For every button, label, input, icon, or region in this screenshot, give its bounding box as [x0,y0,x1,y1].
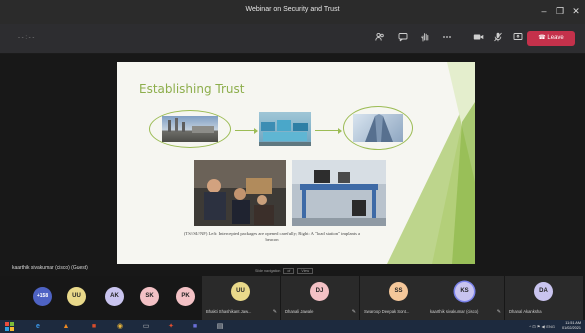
intercepted-packages-photo [194,160,286,226]
mic-muted-icon: ✎ [272,309,277,315]
chat-icon[interactable] [396,32,410,46]
title-bar: Webinar on Security and Trust – ❐ ✕ [0,0,585,24]
participant-tile-avatar: KS [455,282,474,301]
people-icon[interactable] [373,32,387,46]
share-screen-icon[interactable] [511,32,525,46]
slide-arrow-2 [315,127,342,135]
vlc-icon[interactable]: ▲ [61,322,71,331]
paint-icon[interactable]: ✦ [166,322,176,331]
leave-button[interactable]: ☎ Leave [527,31,575,46]
windows-start-icon[interactable] [4,322,14,331]
taskbar-clock[interactable]: 11:51 AM 01/02/2021 [562,321,581,331]
clock-date: 01/02/2021 [561,326,581,330]
participants-roster: +158 UU AK SK PK UU Bhakti Shashikant Ja… [0,276,585,320]
participant-tile[interactable]: KS kaarthik sivakumar (cisco) ✎ [426,276,504,320]
window-title: Webinar on Security and Trust [245,6,340,13]
minimize-button[interactable]: – [537,4,551,18]
building-photo [353,114,403,142]
participant-tile-name: Swaroop Deepak Sont... [364,309,410,314]
close-button[interactable]: ✕ [569,4,583,18]
chrome-icon[interactable]: ◉ [115,322,125,331]
participant-tile-avatar: UU [231,282,250,301]
slide-page-chip[interactable]: of [283,268,295,274]
file-explorer-icon[interactable]: ▤ [215,322,225,331]
slide-title: Establishing Trust [139,82,245,96]
load-station-photo [292,160,386,226]
containers-photo [259,112,311,146]
participant-tile[interactable]: UU Bhakti Shashikant Jaw... ✎ [202,276,280,320]
windows-taskbar: e ▲ ■ ◉ ▭ ✦ ■ ▤ ^ ⊡ ⚑ ◀ᵎ ENG 11:51 AM 01… [0,320,585,333]
slide-view-chip[interactable]: View [297,268,314,274]
office-icon[interactable]: ■ [89,322,99,331]
slide-arrow-1 [235,127,258,135]
participant-avatar[interactable]: PK [176,287,195,306]
slide-navigation-bar[interactable]: Slide navigation of View [255,268,314,274]
mic-muted-icon: ✎ [496,309,501,315]
mic-muted-icon: ✎ [351,309,356,315]
participant-tile-avatar: SS [389,282,408,301]
mic-icon[interactable] [491,32,505,46]
factory-photo [162,116,218,142]
raise-hand-icon[interactable] [418,32,432,46]
phone-hangup-icon: ☎ [538,35,546,41]
slide-navigation-label: Slide navigation [255,269,281,273]
participant-avatar[interactable]: UU [67,287,86,306]
slide-caption: (TS//SI//NF) Left: Intercepted packages … [183,231,361,242]
camera-icon[interactable] [471,32,485,46]
more-icon[interactable] [440,32,454,46]
participant-tile-avatar: DA [534,282,553,301]
presentation-slide: Establishing Trust (TS//SI//NF) Left: In… [117,62,475,264]
participant-avatar[interactable]: AK [105,287,124,306]
maximize-button[interactable]: ❐ [553,4,567,18]
system-tray[interactable]: ^ ⊡ ⚑ ◀ᵎ ENG [529,324,555,329]
participant-tile[interactable]: DA Dhanal Akanksha [505,276,583,320]
shared-content-stage: Establishing Trust (TS//SI//NF) Left: In… [0,54,585,276]
participant-tile-name: Bhakti Shashikant Jaw... [206,309,252,314]
participant-tile-name: Dhanali Jawale [285,309,314,314]
terminal-icon[interactable]: ▭ [141,322,151,331]
participant-tile[interactable]: DJ Dhanali Jawale ✎ [281,276,359,320]
participants-overflow-badge[interactable]: +158 [33,287,52,306]
call-controls-bar: - - : - - [0,24,585,54]
presenter-name: kaarthik sivakumar (cisco) (Guest) [12,265,88,271]
teams-icon[interactable]: ■ [190,322,200,331]
teams-window: Webinar on Security and Trust – ❐ ✕ - - … [0,0,585,333]
participant-tile-name: Dhanal Akanksha [509,309,542,314]
call-timer: - - : - - [18,35,35,41]
participant-avatar[interactable]: SK [140,287,159,306]
participant-tile-avatar: DJ [310,282,329,301]
participant-tile-name: kaarthik sivakumar (cisco) [430,309,479,314]
leave-label: Leave [547,35,564,41]
internet-explorer-icon[interactable]: e [33,322,43,331]
